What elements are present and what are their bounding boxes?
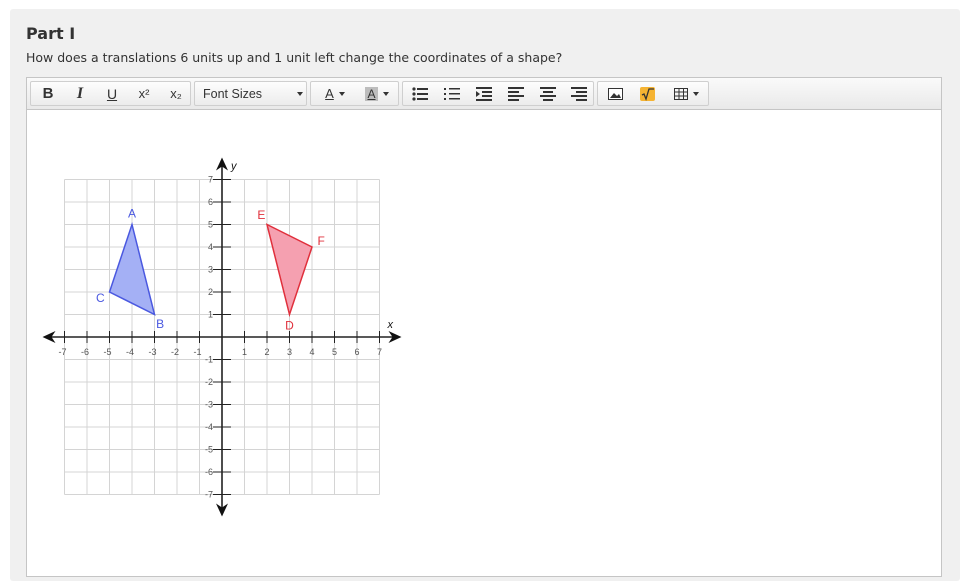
bold-button[interactable]: B [33, 82, 63, 105]
bullet-list-icon [412, 86, 428, 101]
insert-group [597, 81, 709, 106]
y-tick-label: -3 [205, 400, 213, 410]
font-sizes-group: Font Sizes [194, 81, 307, 106]
x-tick-label: -7 [58, 347, 66, 357]
y-axis-label: y [230, 161, 238, 173]
y-tick-label: -7 [205, 490, 213, 500]
align-left-button[interactable] [501, 82, 531, 105]
vertex-label-E: E [257, 208, 265, 222]
align-center-icon [540, 86, 556, 101]
y-tick-label: 3 [208, 265, 213, 275]
subscript-button[interactable]: x₂ [161, 82, 191, 105]
table-icon [673, 87, 688, 100]
font-color-button[interactable]: A [315, 82, 355, 105]
x-tick-label: -2 [171, 347, 179, 357]
numbered-list-icon [444, 87, 460, 100]
chevron-down-icon [338, 91, 345, 96]
chevron-down-icon [297, 91, 303, 96]
y-tick-label: -1 [205, 355, 213, 365]
y-tick-label: 4 [208, 242, 213, 252]
x-tick-label: -5 [103, 347, 111, 357]
coordinate-graph: -7 -6 -5 -4 -3 -2 -1 1 2 3 4 5 6 7 7 6 5 4 3 2 1 -1 -2 -3 -4 -5 -6… [42, 157, 402, 517]
highlight-icon: A [365, 86, 378, 101]
paragraph-group [402, 81, 594, 106]
vertex-label-A: A [128, 207, 136, 221]
insert-math-button[interactable] [632, 82, 662, 105]
y-tick-label: 5 [208, 220, 213, 230]
image-icon [607, 87, 623, 100]
editor-toolbar: B I U x² x₂ Font Sizes A A [27, 78, 941, 110]
x-tick-label: 4 [309, 347, 314, 357]
align-left-icon [508, 86, 524, 101]
y-tick-label: 7 [208, 175, 213, 185]
x-tick-label: 7 [377, 347, 382, 357]
x-axis-label: x [387, 319, 394, 331]
x-tick-label: -6 [81, 347, 89, 357]
bullet-list-button[interactable] [405, 82, 435, 105]
y-tick-label: 2 [208, 287, 213, 297]
chevron-down-icon [692, 91, 699, 96]
y-tick-label: -2 [205, 377, 213, 387]
x-tick-label: -4 [126, 347, 134, 357]
color-group: A A [310, 81, 399, 106]
y-tick-label: 1 [208, 310, 213, 320]
y-tick-label: -4 [205, 422, 213, 432]
underline-button[interactable]: U [97, 82, 127, 105]
font-sizes-dropdown[interactable]: Font Sizes [203, 82, 303, 105]
align-center-button[interactable] [533, 82, 563, 105]
italic-button[interactable]: I [65, 82, 95, 105]
insert-table-button[interactable] [666, 82, 706, 105]
x-tick-label: -3 [148, 347, 156, 357]
chevron-down-icon [382, 91, 389, 96]
font-sizes-label: Font Sizes [203, 86, 263, 101]
highlight-button[interactable]: A [357, 82, 397, 105]
font-color-icon: A [325, 86, 334, 101]
numbered-list-button[interactable] [437, 82, 467, 105]
indent-icon [476, 86, 492, 101]
y-tick-label: -5 [205, 445, 213, 455]
x-tick-label: 5 [332, 347, 337, 357]
superscript-button[interactable]: x² [129, 82, 159, 105]
y-tick-label: 6 [208, 197, 213, 207]
question-text: How does a translations 6 units up and 1… [26, 50, 563, 65]
indent-button[interactable] [469, 82, 499, 105]
x-tick-label: 3 [287, 347, 292, 357]
align-right-button[interactable] [564, 82, 594, 105]
editor-content-area[interactable]: -7 -6 -5 -4 -3 -2 -1 1 2 3 4 5 6 7 7 6 5 4 3 2 1 -1 -2 -3 -4 -5 -6… [27, 110, 941, 576]
math-sqrt-icon [639, 86, 655, 101]
insert-image-button[interactable] [600, 82, 630, 105]
vertex-label-B: B [156, 317, 164, 331]
format-group: B I U x² x₂ [30, 81, 191, 106]
y-tick-label: -6 [205, 467, 213, 477]
vertex-label-C: C [96, 291, 105, 305]
rich-text-editor[interactable]: B I U x² x₂ Font Sizes A A -7 -6 -5 -4 -… [26, 77, 942, 577]
vertex-label-D: D [285, 319, 294, 333]
x-tick-label: 2 [264, 347, 269, 357]
x-tick-label: -1 [193, 347, 201, 357]
vertex-label-F: F [317, 234, 324, 248]
x-tick-label: 1 [242, 347, 247, 357]
x-tick-label: 6 [354, 347, 359, 357]
part-title: Part I [26, 24, 76, 43]
align-right-icon [571, 86, 587, 101]
